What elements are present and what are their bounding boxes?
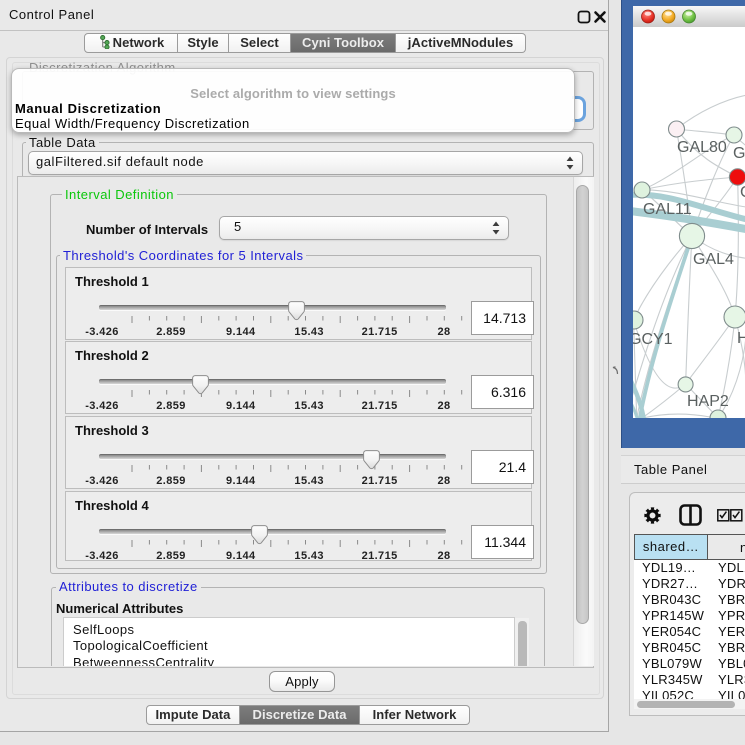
- svg-text:GAL4: GAL4: [693, 251, 734, 268]
- svg-text:G.: G.: [733, 145, 745, 162]
- svg-text:C: C: [740, 184, 745, 201]
- svg-text:GAL11: GAL11: [643, 201, 692, 218]
- svg-text:HAP2: HAP2: [687, 393, 729, 410]
- svg-text:GCY1: GCY1: [633, 331, 673, 348]
- svg-text:GAL80: GAL80: [677, 139, 727, 156]
- svg-text:H: H: [737, 330, 745, 347]
